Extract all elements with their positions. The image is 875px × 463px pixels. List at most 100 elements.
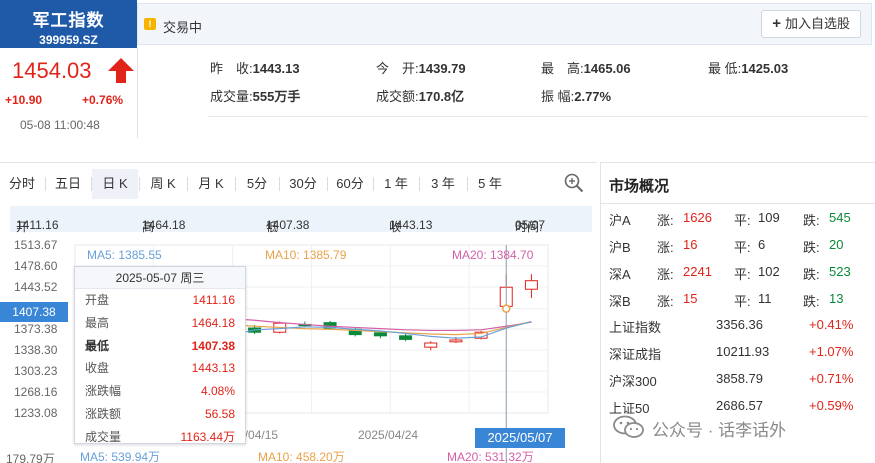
tooltip-row: 涨跌幅 4.08% [75,380,245,403]
market-up: 1626 [683,210,712,225]
tooltip-key: 最高 [85,315,110,330]
add-to-watchlist-button[interactable]: + 加入自选股 [761,10,861,38]
market-down-label: 跌: [803,267,820,282]
candle-body [524,280,538,290]
tooltip-key: 最低 [85,338,110,353]
candle-body [424,342,438,348]
market-up-label: 涨: [657,267,674,282]
stat-amount: 成交额:170.8亿 [376,89,465,104]
tooltip-key: 收盘 [85,361,110,376]
tooltip-row: 最低 1407.38 [75,335,245,358]
y-tick-label: 1478.60 [14,259,58,273]
tab-5[interactable]: 5分 [236,169,278,199]
index-change: +0.71% [809,371,854,386]
quote-stats: 昨 收:1443.13 今 开:1439.79 最 高:1465.06 最 低:… [138,48,875,140]
tab-2[interactable]: 日 K [92,169,138,199]
ma5-label: MA5: 1385.55 [87,248,162,262]
market-up-label: 涨: [657,240,674,255]
tooltip-value: 1443.13 [191,361,235,376]
index-value: 10211.93 [716,344,770,359]
tab-3[interactable]: 周 K [140,169,186,199]
y-tick-label: 1303.23 [14,364,58,378]
quote-time: 05-08 11:00:48 [20,118,100,132]
index-row[interactable]: 深证成指 10211.93 +1.07% [601,339,875,365]
market-up-label: 涨: [657,213,674,228]
market-down: 20 [829,237,844,252]
index-row[interactable]: 沪深300 3858.79 +0.71% [601,366,875,392]
index-name: 沪深300 [609,374,657,389]
tooltip-key: 涨跌额 [85,406,122,421]
market-up: 16 [683,237,698,252]
index-row[interactable]: 上证指数 3356.36 +0.41% [601,312,875,338]
quote-header: 军工指数 399959.SZ ! 交易中 + 加入自选股 1454.03 +10.… [0,0,875,140]
y-tick-label: 1443.52 [14,280,58,294]
stat-prev-close: 昨 收:1443.13 [210,61,300,76]
candle-body [399,335,413,340]
tab-4[interactable]: 月 K [188,169,234,199]
market-up-label: 涨: [657,294,674,309]
index-name: 军工指数 [32,11,105,30]
tab-0[interactable]: 分时 [0,169,44,199]
market-down: 13 [829,291,844,306]
period-tabs: 分时 五日日 K周 K月 K 5分 30分 60分 1 年3 年5 年 [0,163,597,205]
tooltip-date: 2025-05-07 周三 [75,267,245,289]
tooltip-value: 1411.16 [192,293,236,307]
trading-status-icon: ! [144,18,156,30]
tab-7[interactable]: 60分 [328,169,372,199]
volume-tick-label: 179.79万 [6,452,55,463]
market-flat-label: 平: [734,213,751,228]
zoom-in-icon[interactable] [563,172,585,194]
tab-10[interactable]: 5 年 [468,169,512,199]
tooltip-row: 涨跌额 56.58 [75,403,245,426]
stat-volume: 成交量:555万手 [210,89,301,104]
market-down-label: 跌: [803,240,820,255]
tooltip-row: 成交量 1163.44万 [75,426,245,449]
wechat-icon [613,415,644,438]
tab-9[interactable]: 3 年 [420,169,466,199]
volume-ma10-label: MA10: 458.20万 [258,450,345,463]
index-change: +1.07% [809,344,854,359]
tooltip-row: 最高 1464.18 [75,312,245,335]
tooltip-key: 涨跌幅 [85,384,122,399]
market-down: 523 [829,264,851,279]
trading-status-bar: ! 交易中 + 加入自选股 [137,3,872,45]
stat-open: 今 开:1439.79 [376,61,466,76]
stats-divider [208,116,868,117]
market-up: 15 [683,291,698,306]
tooltip-value: 56.58 [204,406,235,421]
watermark: 公众号 · 话李话外 [612,413,862,443]
stat-low: 最 低:1425.03 [708,61,789,76]
market-flat-label: 平: [734,294,751,309]
tooltip-row: 收盘 1443.13 [75,357,245,380]
ohlc-bar: 开 1411.16 高 1464.18 低 1407.38 收 1443.13 … [10,206,592,234]
stat-high: 最 高:1465.06 [541,61,631,76]
tooltip-value: 1163.44万 [180,429,236,444]
cursor-price-tag: 1407.38 [0,302,68,322]
market-row: 沪A 涨: 1626 平: 109 跌: 545 [601,204,875,231]
y-tick-label: 1373.38 [14,322,58,336]
index-code: 399959.SZ [39,33,98,47]
market-flat-label: 平: [734,240,751,255]
plus-icon: + [772,15,781,32]
market-overview-title: 市场概况 [609,178,670,195]
index-change: +0.41% [809,317,854,332]
tab-6[interactable]: 30分 [280,169,326,199]
tooltip-row: 开盘 1411.16 [75,289,245,312]
index-name: 深证成指 [609,347,662,362]
index-change: +0.59% [809,398,854,413]
current-price: 1454.03 [12,58,92,83]
candle-body [449,339,463,343]
market-flat-label: 平: [734,267,751,282]
x-tick-label: 2025/04/24 [358,428,418,442]
price-change: +10.90 [5,93,43,107]
tooltip-key: 开盘 [85,293,110,307]
y-tick-label: 1233.08 [14,406,58,420]
tooltip-value: 4.08% [200,384,235,399]
tab-1[interactable]: 五日 [46,169,90,199]
trading-status-text: 交易中 [163,20,203,35]
tooltip-value: 1407.38 [191,338,235,353]
add-to-watchlist-label: 加入自选股 [784,16,850,31]
tab-8[interactable]: 1 年 [374,169,418,199]
market-down: 545 [829,210,851,225]
up-arrow-icon [108,58,134,83]
